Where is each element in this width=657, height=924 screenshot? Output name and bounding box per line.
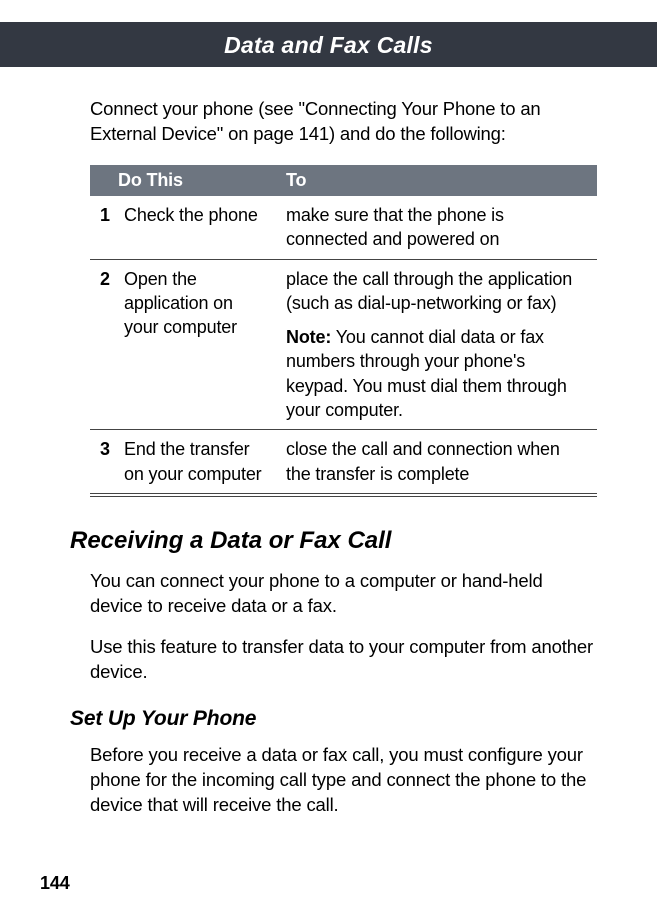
note-block: Note: You cannot dial data or fax number… — [286, 325, 589, 422]
header-title: Data and Fax Calls — [224, 32, 433, 58]
subsection-heading: Set Up Your Phone — [70, 707, 597, 731]
subsection-paragraph: Before you receive a data or fax call, y… — [90, 743, 597, 818]
table-row: 2 Open the application on your computer … — [90, 259, 597, 430]
step-to: make sure that the phone is connected an… — [278, 196, 597, 259]
section-paragraph: Use this feature to transfer data to you… — [90, 635, 597, 685]
step-to-main: place the call through the application (… — [286, 269, 572, 313]
intro-paragraph: Connect your phone (see "Connecting Your… — [90, 97, 597, 147]
step-to: place the call through the application (… — [278, 259, 597, 430]
step-do: Open the application on your computer — [118, 259, 278, 430]
table-row: 3 End the transfer on your computer clos… — [90, 430, 597, 495]
page-content: Connect your phone (see "Connecting Your… — [0, 67, 657, 818]
steps-table: Do This To 1 Check the phone make sure t… — [90, 165, 597, 497]
step-number: 2 — [90, 259, 118, 430]
step-number: 3 — [90, 430, 118, 495]
section-heading: Receiving a Data or Fax Call — [70, 527, 597, 555]
section-paragraph: You can connect your phone to a computer… — [90, 569, 597, 619]
page-number: 144 — [40, 873, 70, 894]
table-header-do: Do This — [118, 165, 278, 196]
note-label: Note: — [286, 327, 331, 347]
table-header-to: To — [278, 165, 597, 196]
table-row: 1 Check the phone make sure that the pho… — [90, 196, 597, 259]
step-number: 1 — [90, 196, 118, 259]
step-to: close the call and connection when the t… — [278, 430, 597, 495]
table-header-blank — [90, 165, 118, 196]
step-do: Check the phone — [118, 196, 278, 259]
step-do: End the transfer on your computer — [118, 430, 278, 495]
page-header: Data and Fax Calls — [0, 22, 657, 67]
